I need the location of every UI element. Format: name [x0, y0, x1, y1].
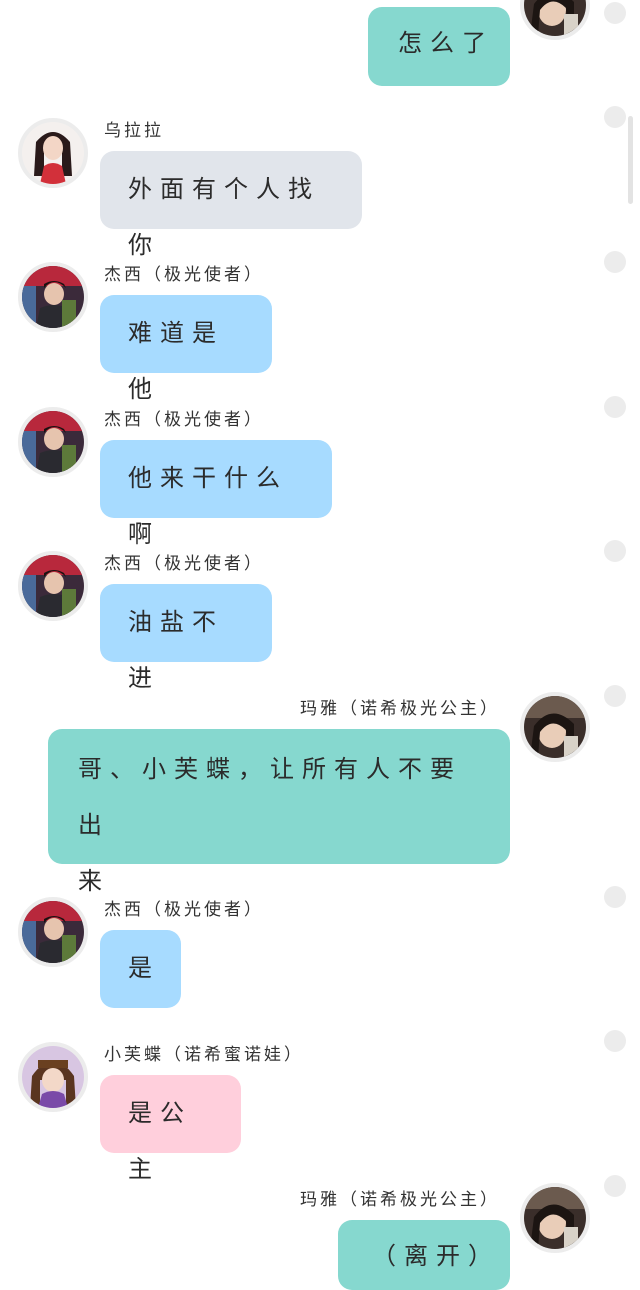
message-text: 怎么了	[398, 29, 494, 57]
sender-avatar[interactable]	[18, 551, 88, 621]
sender-avatar[interactable]	[18, 1042, 88, 1112]
message-text: 他来干什么啊	[128, 464, 288, 548]
chat-message: 怎么了	[0, 0, 640, 86]
status-dot	[604, 2, 626, 24]
message-bubble[interactable]: 油盐不进	[100, 584, 272, 692]
sender-name: 杰西（极光使者）	[104, 410, 264, 430]
status-dot	[604, 1030, 626, 1052]
sender-avatar[interactable]	[18, 262, 88, 332]
status-dot	[604, 1175, 626, 1197]
message-bubble[interactable]: 哥、小芙蝶，让所有人不要出 来	[48, 729, 510, 895]
sender-name: 杰西（极光使者）	[104, 900, 264, 920]
chat-message: 杰西（极光使者） 他来干什么啊	[0, 405, 640, 548]
message-text: （离开）	[372, 1242, 500, 1270]
message-bubble[interactable]: 怎么了	[368, 7, 510, 86]
sender-name: 杰西（极光使者）	[104, 265, 264, 285]
status-dot	[604, 540, 626, 562]
message-text: 是公主	[128, 1099, 192, 1183]
sender-avatar[interactable]	[18, 897, 88, 967]
sender-name: 乌拉拉	[104, 121, 164, 141]
message-bubble[interactable]: 是	[100, 930, 181, 1008]
chat-message: 杰西（极光使者） 油盐不进	[0, 549, 640, 692]
message-text: 是	[128, 954, 160, 982]
sender-avatar[interactable]	[18, 407, 88, 477]
message-text: 外面有个人找你	[128, 175, 320, 259]
message-bubble[interactable]: 难道是他	[100, 295, 272, 403]
status-dot	[604, 106, 626, 128]
sender-name: 小芙蝶（诺希蜜诺娃）	[104, 1045, 304, 1065]
user-avatar[interactable]	[520, 0, 590, 40]
chat-thread[interactable]: 怎么了 乌拉拉 外面有个人找你 杰西（极光使者） 难道是他 杰西（极光使者） 他…	[0, 0, 640, 1290]
message-bubble[interactable]: 是公主	[100, 1075, 241, 1183]
message-text: 难道是他	[128, 319, 224, 403]
scrollbar[interactable]	[628, 116, 633, 204]
sender-name: 杰西（极光使者）	[104, 554, 264, 574]
status-dot	[604, 685, 626, 707]
status-dot	[604, 396, 626, 418]
chat-message: 小芙蝶（诺希蜜诺娃） 是公主	[0, 1040, 640, 1183]
status-dot	[604, 251, 626, 273]
message-text-line: 哥、小芙蝶，让所有人不要出	[78, 755, 462, 839]
sender-avatar[interactable]	[18, 118, 88, 188]
user-avatar[interactable]	[520, 1183, 590, 1253]
chat-message: 玛雅（诺希极光公主） 哥、小芙蝶，让所有人不要出 来	[0, 692, 640, 895]
chat-message: 玛雅（诺希极光公主） （离开）	[0, 1183, 640, 1290]
chat-message: 乌拉拉 外面有个人找你	[0, 116, 640, 259]
message-bubble[interactable]: 他来干什么啊	[100, 440, 332, 548]
sender-name: 玛雅（诺希极光公主）	[300, 1190, 500, 1210]
sender-name: 玛雅（诺希极光公主）	[300, 699, 500, 719]
message-bubble[interactable]: 外面有个人找你	[100, 151, 362, 259]
user-avatar[interactable]	[520, 692, 590, 762]
status-dot	[604, 886, 626, 908]
message-bubble[interactable]: （离开）	[338, 1220, 510, 1290]
chat-message: 杰西（极光使者） 是	[0, 895, 640, 1015]
message-text: 油盐不进	[128, 608, 224, 692]
chat-message: 杰西（极光使者） 难道是他	[0, 260, 640, 403]
